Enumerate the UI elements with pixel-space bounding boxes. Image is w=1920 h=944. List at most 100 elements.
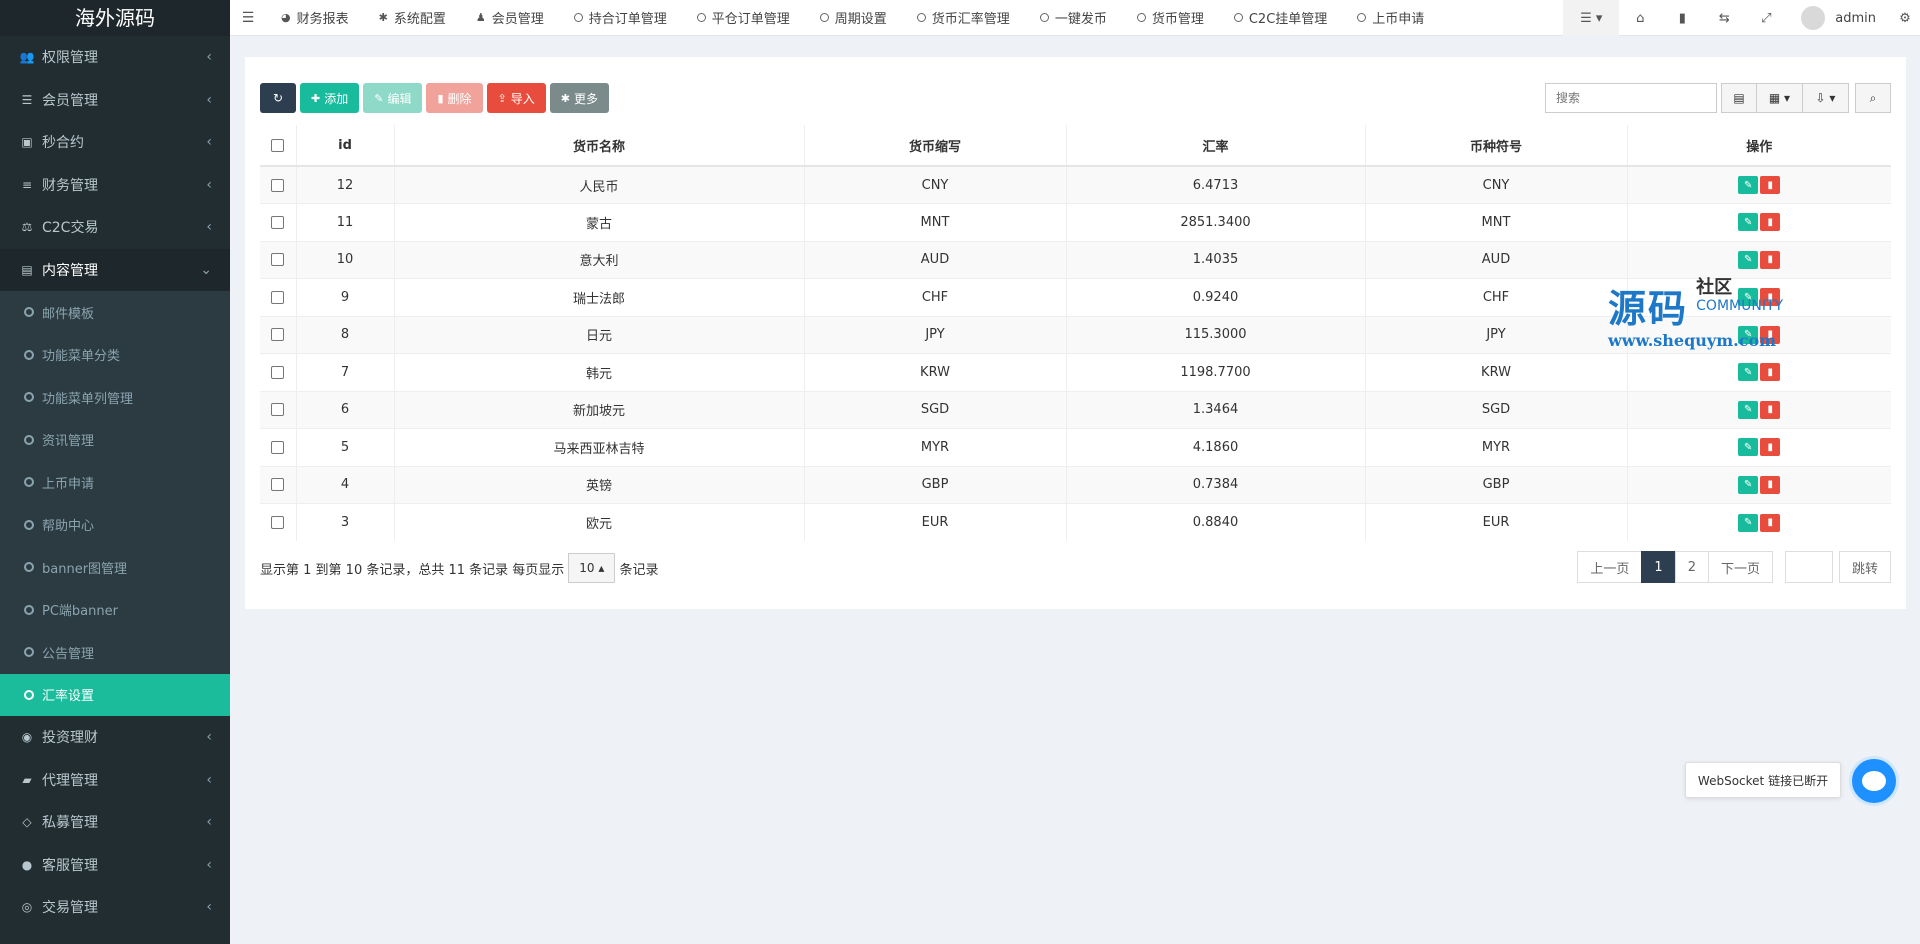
menu-toggle-button[interactable]: ☰ ▾ [1563, 0, 1620, 36]
toggle-view-button[interactable]: ▤ [1721, 83, 1757, 113]
table-row[interactable]: 3 欧元 EUR 0.8840 EUR ✎ ▮ [260, 503, 1891, 541]
sidebar-item[interactable]: ● 客服管理 ‹ [0, 844, 230, 887]
row-edit-button[interactable]: ✎ [1738, 475, 1759, 494]
submenu-item[interactable]: 汇率设置 [0, 673, 230, 716]
submenu-item[interactable]: 帮助中心 [0, 504, 230, 547]
col-rate[interactable]: 汇率 [1065, 125, 1365, 167]
row-checkbox[interactable] [271, 290, 285, 304]
col-id[interactable]: id [295, 125, 394, 167]
submenu-item[interactable]: 上币申请 [0, 461, 230, 504]
more-button[interactable]: ✱ 更多 [549, 83, 610, 113]
hamburger-icon[interactable]: ☰ [230, 10, 266, 26]
next-page-button[interactable]: 下一页 [1707, 551, 1773, 583]
submenu-item[interactable]: banner图管理 [0, 546, 230, 589]
home-button[interactable]: ⌂ [1619, 0, 1661, 36]
row-checkbox[interactable] [271, 215, 285, 229]
sidebar-item[interactable]: ▰ 代理管理 ‹ [0, 759, 230, 802]
page-2-button[interactable]: 2 [1674, 551, 1709, 583]
top-tab[interactable]: ♟ 会员管理 [461, 0, 559, 36]
row-checkbox[interactable] [271, 253, 285, 267]
search-input[interactable] [1545, 83, 1717, 113]
top-tab[interactable]: ◕ 财务报表 [266, 0, 364, 36]
col-currency-name[interactable]: 货币名称 [393, 125, 804, 167]
table-row[interactable]: 4 英镑 GBP 0.7384 GBP ✎ ▮ [260, 465, 1891, 504]
prev-page-button[interactable]: 上一页 [1577, 551, 1643, 583]
submenu-item[interactable]: 资讯管理 [0, 419, 230, 462]
top-tab[interactable]: 周期设置 [805, 0, 902, 36]
top-tab[interactable]: 持合订单管理 [559, 0, 682, 36]
row-delete-button[interactable]: ▮ [1760, 176, 1781, 194]
delete-button[interactable]: ▮ 删除 [426, 83, 483, 113]
table-row[interactable]: 5 马来西亚林吉特 MYR 4.1860 MYR ✎ ▮ [260, 428, 1891, 466]
top-tab[interactable]: C2C挂单管理 [1219, 0, 1342, 36]
add-button[interactable]: ✚ 添加 [300, 83, 360, 113]
settings-button[interactable]: ⚙ [1890, 0, 1920, 36]
app-logo[interactable]: 海外源码 [0, 0, 230, 36]
sidebar-item[interactable]: ◎ 交易管理 ‹ [0, 886, 230, 929]
top-tab[interactable]: 上币申请 [1342, 0, 1439, 36]
sidebar-item[interactable]: 👥 权限管理 ‹ [0, 36, 230, 79]
edit-button[interactable]: ✎ 编辑 [363, 83, 423, 113]
sidebar-item[interactable]: ☰ 会员管理 ‹ [0, 79, 230, 122]
row-delete-button[interactable]: ▮ [1760, 438, 1781, 457]
row-edit-button[interactable]: ✎ [1738, 213, 1759, 232]
submenu-item[interactable]: 功能菜单分类 [0, 334, 230, 377]
top-tab[interactable]: 货币管理 [1122, 0, 1219, 36]
row-checkbox[interactable] [271, 478, 285, 492]
row-edit-button[interactable]: ✎ [1738, 363, 1759, 382]
submenu-item[interactable]: 公告管理 [0, 631, 230, 674]
user-menu[interactable]: admin [1787, 6, 1890, 30]
table-row[interactable]: 11 蒙古 MNT 2851.3400 MNT ✎ ▮ [260, 203, 1891, 241]
submenu-item[interactable]: PC端banner [0, 589, 230, 632]
row-edit-button[interactable]: ✎ [1738, 400, 1759, 419]
clear-cache-button[interactable]: ▮ [1661, 0, 1703, 36]
row-checkbox[interactable] [271, 516, 285, 529]
import-button[interactable]: ⇪ 导入 [486, 83, 546, 113]
page-1-button[interactable]: 1 [1641, 551, 1676, 583]
sidebar-item-content-management[interactable]: ▤ 内容管理 ⌄ [0, 248, 230, 291]
row-checkbox[interactable] [271, 328, 285, 342]
refresh-button[interactable]: ↻ [260, 83, 296, 113]
row-delete-button[interactable]: ▮ [1760, 363, 1781, 382]
jump-button[interactable]: 跳转 [1838, 551, 1891, 583]
top-tab[interactable]: 货币汇率管理 [902, 0, 1025, 36]
sidebar-item[interactable]: ▣ 秒合约 ‹ [0, 121, 230, 164]
submenu-item[interactable]: 功能菜单列管理 [0, 376, 230, 419]
search-button[interactable]: ⌕ [1855, 83, 1891, 113]
chat-bubble-button[interactable] [1849, 756, 1899, 806]
sidebar-item[interactable]: ≡ 财务管理 ‹ [0, 164, 230, 207]
language-button[interactable]: ⇆ [1703, 0, 1745, 36]
row-delete-button[interactable]: ▮ [1760, 213, 1781, 232]
row-checkbox[interactable] [271, 440, 285, 454]
row-checkbox[interactable] [271, 365, 285, 379]
row-edit-button[interactable]: ✎ [1738, 438, 1759, 457]
row-delete-button[interactable]: ▮ [1760, 250, 1781, 269]
row-checkbox[interactable] [271, 178, 285, 192]
col-symbol[interactable]: 币种符号 [1364, 125, 1627, 167]
table-row[interactable]: 12 人民币 CNY 6.4713 CNY ✎ ▮ [260, 165, 1891, 204]
row-edit-button[interactable]: ✎ [1738, 250, 1759, 269]
export-button[interactable]: ⇩ ▾ [1803, 83, 1849, 113]
row-edit-button[interactable]: ✎ [1738, 176, 1759, 194]
table-row[interactable]: 10 意大利 AUD 1.4035 AUD ✎ ▮ [260, 240, 1891, 279]
sidebar-item[interactable]: ◉ 投资理财 ‹ [0, 716, 230, 759]
row-edit-button[interactable]: ✎ [1738, 513, 1759, 532]
row-delete-button[interactable]: ▮ [1760, 400, 1781, 419]
jump-page-input[interactable] [1784, 551, 1833, 583]
page-size-select[interactable]: 10 ▴ [568, 553, 616, 583]
top-tab[interactable]: 一键发币 [1025, 0, 1122, 36]
top-tab[interactable]: 平仓订单管理 [682, 0, 805, 36]
sidebar-item[interactable]: ◇ 私募管理 ‹ [0, 801, 230, 844]
top-tab[interactable]: ✱ 系统配置 [364, 0, 461, 36]
fullscreen-button[interactable]: ⤢ [1745, 0, 1787, 36]
table-row[interactable]: 6 新加坡元 SGD 1.3464 SGD ✎ ▮ [260, 390, 1891, 429]
columns-button[interactable]: ▦ ▾ [1757, 83, 1803, 113]
col-currency-abbr[interactable]: 货币缩写 [803, 125, 1066, 167]
table-row[interactable]: 7 韩元 KRW 1198.7700 KRW ✎ ▮ [260, 353, 1891, 391]
submenu-item[interactable]: 邮件模板 [0, 291, 230, 334]
select-all-checkbox[interactable] [271, 138, 285, 152]
row-checkbox[interactable] [271, 403, 285, 417]
row-delete-button[interactable]: ▮ [1760, 513, 1781, 532]
sidebar-item[interactable]: ⚖ C2C交易 ‹ [0, 206, 230, 249]
select-all-header[interactable] [260, 125, 296, 167]
